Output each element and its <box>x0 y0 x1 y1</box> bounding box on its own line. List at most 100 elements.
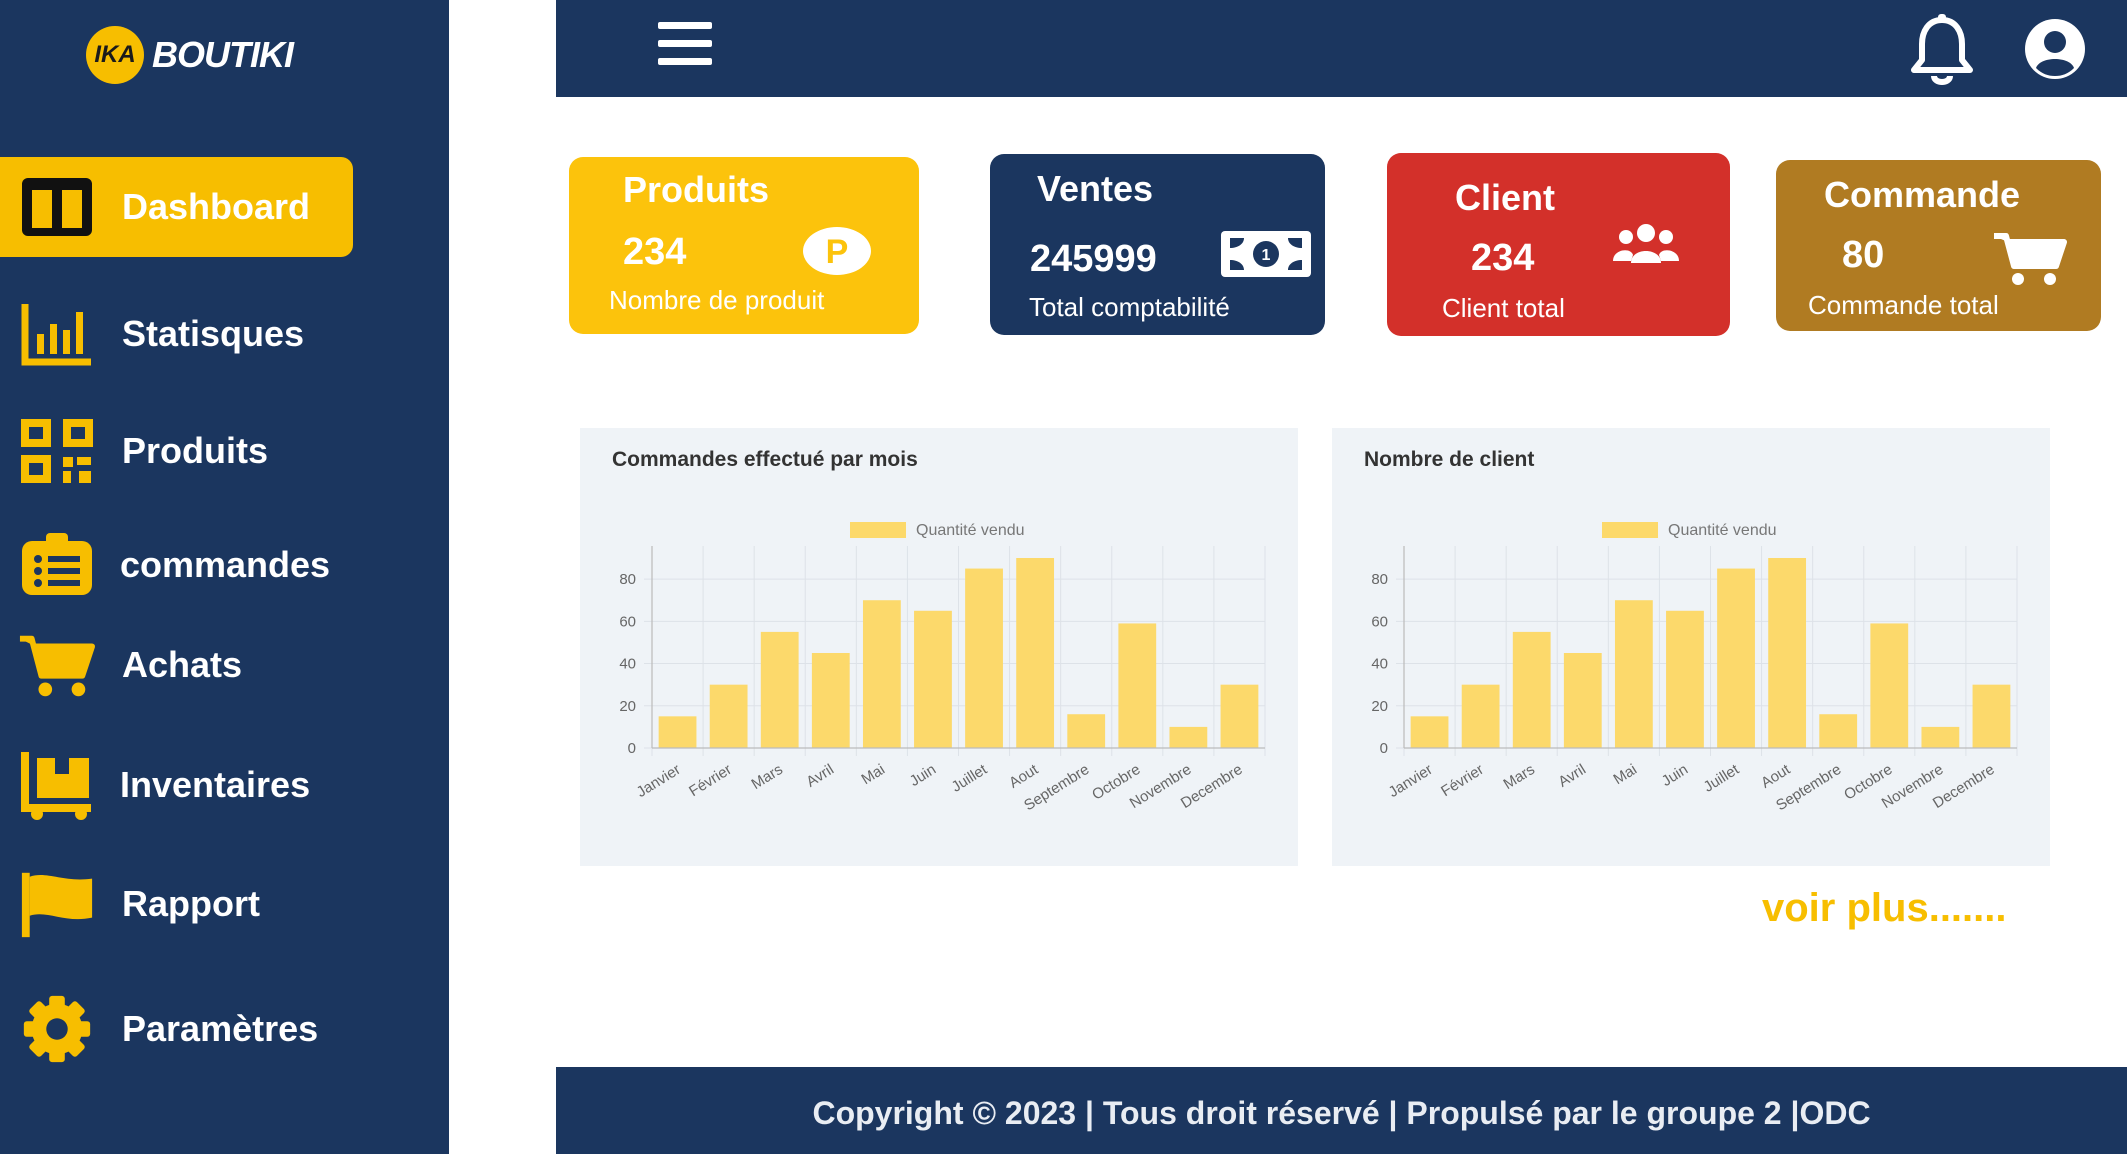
clients-bar-chart: Quantité vendu 0 20 40 60 80 Janvier Février Mar… <box>1371 522 2018 814</box>
clients-chart-panel: Nombre de client Quantité vendu 0 20 40 60 80… <box>1332 428 2050 866</box>
card-value: 80 <box>1842 234 1885 276</box>
y-tick-label: 60 <box>619 613 636 630</box>
clipboard-list-icon <box>18 530 96 600</box>
x-tick-label: Aout <box>1006 761 1042 792</box>
bar <box>965 568 1003 748</box>
card-value: 234 <box>1471 237 1535 279</box>
bar <box>1118 623 1157 748</box>
y-tick-label: 40 <box>619 656 636 673</box>
x-tick-label: Mai <box>1610 761 1640 788</box>
svg-text:P: P <box>826 233 849 271</box>
sidebar-item-label: Dashboard <box>122 186 311 227</box>
bar <box>1972 684 2011 748</box>
footer: Copyright © 2023 | Tous droit réservé | … <box>556 1067 2127 1154</box>
y-tick-label: 0 <box>628 740 636 757</box>
inventory-cart-icon <box>18 750 96 820</box>
top-bar <box>556 0 2127 97</box>
sidebar-item-produits[interactable]: Produits <box>0 401 353 501</box>
card-value: 234 <box>623 231 687 273</box>
bar <box>1921 726 1960 748</box>
sidebar-item-parametres[interactable]: Paramètres <box>0 979 353 1079</box>
y-tick-label: 20 <box>619 698 636 715</box>
bar <box>1410 716 1449 748</box>
footer-text: Copyright © 2023 | Tous droit réservé | … <box>812 1095 1871 1131</box>
legend-swatch <box>850 522 906 538</box>
sidebar-item-statisques[interactable]: Statisques <box>0 284 353 384</box>
bar <box>709 684 748 748</box>
orders-chart-panel: Commandes effectué par mois Quantité ven… <box>580 428 1298 866</box>
legend-swatch <box>1602 522 1658 538</box>
card-title: Client <box>1455 177 1556 218</box>
card-subtitle: Nombre de produit <box>609 285 825 315</box>
card-subtitle: Total comptabilité <box>1029 292 1230 322</box>
flag-icon <box>18 869 96 939</box>
x-tick-label: Juin <box>1659 761 1691 790</box>
y-tick-label: 20 <box>1371 698 1388 715</box>
y-tick-label: 0 <box>1380 740 1388 757</box>
legend-label: Quantité vendu <box>916 522 1025 539</box>
brand-logo[interactable]: IKA BOUTIKI <box>86 26 294 86</box>
dashboard-icon <box>18 172 96 242</box>
bar <box>811 653 850 748</box>
bell-icon[interactable] <box>1910 14 1974 91</box>
legend-label: Quantité vendu <box>1668 522 1777 539</box>
x-tick-label: Mai <box>858 761 888 788</box>
card-value: 245999 <box>1030 238 1157 280</box>
x-tick-label: Mars <box>749 761 786 793</box>
sidebar-item-label: Produits <box>122 430 269 471</box>
svg-text:1: 1 <box>1262 247 1271 264</box>
sidebar-item-rapport[interactable]: Rapport <box>0 854 353 954</box>
order-card[interactable]: Commande 80 Commande total <box>1776 160 2101 331</box>
card-title: Produits <box>623 169 770 210</box>
gear-icon <box>18 994 96 1064</box>
x-tick-label: Février <box>1438 761 1487 800</box>
sidebar-item-label: Inventaires <box>120 764 311 805</box>
see-more-link[interactable]: voir plus....... <box>1762 886 2007 931</box>
hamburger-icon[interactable] <box>658 22 712 70</box>
logo-text: BOUTIKI <box>152 34 294 75</box>
sidebar-item-inventaires[interactable]: Inventaires <box>0 735 353 835</box>
y-tick-label: 80 <box>1371 571 1388 588</box>
bar <box>1768 558 1807 748</box>
users-icon <box>1611 221 1681 274</box>
shopping-cart-icon <box>18 630 96 700</box>
bar <box>1614 600 1653 748</box>
y-tick-label: 80 <box>619 571 636 588</box>
bar <box>1016 558 1055 748</box>
x-tick-label: Juin <box>907 761 939 790</box>
bar <box>658 716 697 748</box>
bar <box>1717 568 1755 748</box>
x-tick-label: Avril <box>1555 761 1589 791</box>
client-card[interactable]: Client 234 Client total <box>1387 153 1730 336</box>
bar <box>1819 714 1858 748</box>
orders-bar-chart: Quantité vendu 0 20 40 60 80 Janvier Février Mar… <box>619 522 1266 814</box>
x-tick-label: Juillet <box>1701 761 1743 796</box>
sidebar-item-label: Statisques <box>122 313 305 354</box>
bar <box>1512 631 1551 748</box>
x-tick-label: Janvier <box>1386 761 1436 801</box>
sidebar-item-commandes[interactable]: commandes <box>0 515 353 615</box>
sidebar-item-dashboard[interactable]: Dashboard <box>0 157 353 257</box>
user-avatar-icon[interactable] <box>2024 18 2086 85</box>
card-title: Ventes <box>1037 168 1154 209</box>
sales-card[interactable]: Ventes 245999 Total comptabilité 1 <box>990 154 1325 335</box>
x-tick-label: Aout <box>1758 761 1794 792</box>
bar <box>1461 684 1500 748</box>
sidebar-item-achats[interactable]: Achats <box>0 615 353 715</box>
bar <box>862 600 901 748</box>
bar <box>760 631 799 748</box>
y-tick-label: 40 <box>1371 656 1388 673</box>
sidebar-item-label: Rapport <box>122 883 260 924</box>
x-tick-label: Mars <box>1501 761 1538 793</box>
products-card[interactable]: Produits 234 Nombre de produit P <box>569 157 919 334</box>
y-tick-label: 60 <box>1371 613 1388 630</box>
sidebar-item-label: Achats <box>122 644 243 685</box>
card-subtitle: Client total <box>1442 293 1565 323</box>
bar <box>1067 714 1106 748</box>
p-coin-icon: P <box>801 225 873 282</box>
qr-code-icon <box>18 416 96 486</box>
sidebar: IKA BOUTIKI Dashboard Statisques Produit… <box>0 0 449 1154</box>
logo-mark: IKA <box>86 26 144 84</box>
bar <box>1666 610 1704 748</box>
card-title: Commande <box>1824 174 2021 215</box>
